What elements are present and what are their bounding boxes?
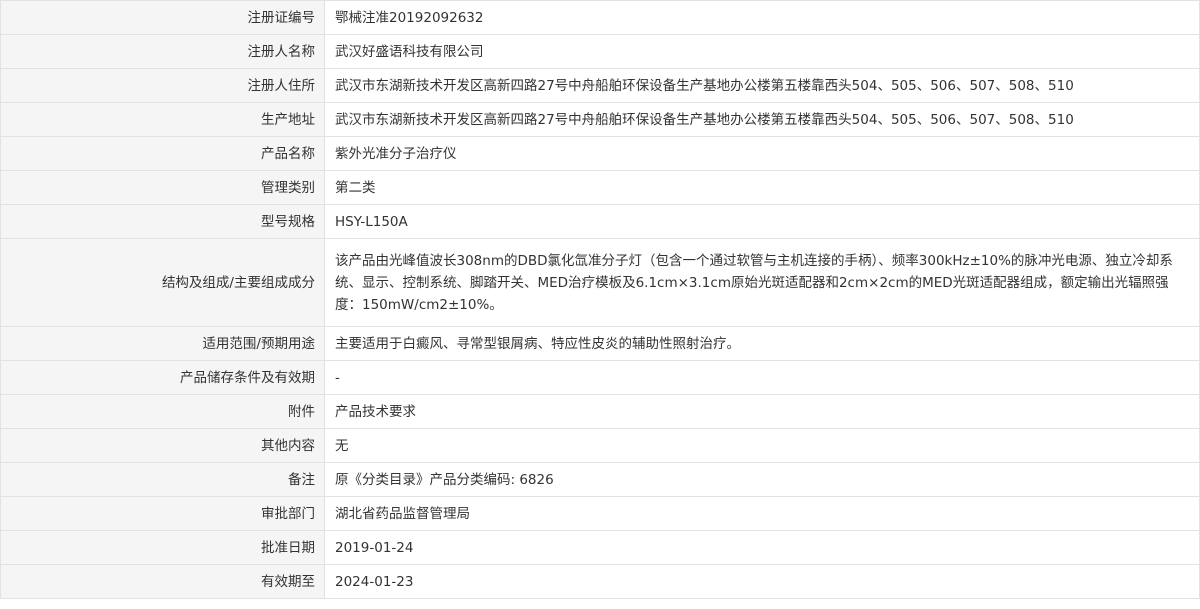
- table-row: 管理类别 第二类: [0, 170, 1200, 205]
- table-row: 注册人住所 武汉市东湖新技术开发区高新四路27号中舟船舶环保设备生产基地办公楼第…: [0, 68, 1200, 103]
- table-row: 批准日期 2019-01-24: [0, 530, 1200, 565]
- field-value: 第二类: [324, 170, 1200, 205]
- field-value: 2024-01-23: [324, 564, 1200, 599]
- table-row: 有效期至 2024-01-23: [0, 564, 1200, 599]
- field-label: 产品名称: [0, 136, 325, 171]
- field-value: 武汉市东湖新技术开发区高新四路27号中舟船舶环保设备生产基地办公楼第五楼靠西头5…: [324, 102, 1200, 137]
- table-row: 注册人名称 武汉好盛语科技有限公司: [0, 34, 1200, 69]
- table-row: 注册证编号 鄂械注准20192092632: [0, 0, 1200, 35]
- field-label: 产品储存条件及有效期: [0, 360, 325, 395]
- field-value: 原《分类目录》产品分类编码: 6826: [324, 462, 1200, 497]
- table-row: 备注 原《分类目录》产品分类编码: 6826: [0, 462, 1200, 497]
- registration-detail-table: 注册证编号 鄂械注准20192092632 注册人名称 武汉好盛语科技有限公司 …: [0, 0, 1200, 599]
- field-value: 武汉好盛语科技有限公司: [324, 34, 1200, 69]
- field-value: 无: [324, 428, 1200, 463]
- field-label: 生产地址: [0, 102, 325, 137]
- field-label: 有效期至: [0, 564, 325, 599]
- table-row: 其他内容 无: [0, 428, 1200, 463]
- field-label: 审批部门: [0, 496, 325, 531]
- field-value: 产品技术要求: [324, 394, 1200, 429]
- field-label: 管理类别: [0, 170, 325, 205]
- field-value: 湖北省药品监督管理局: [324, 496, 1200, 531]
- field-value: 鄂械注准20192092632: [324, 0, 1200, 35]
- table-row: 型号规格 HSY-L150A: [0, 204, 1200, 239]
- table-row: 生产地址 武汉市东湖新技术开发区高新四路27号中舟船舶环保设备生产基地办公楼第五…: [0, 102, 1200, 137]
- field-value: HSY-L150A: [324, 204, 1200, 239]
- field-label: 注册人住所: [0, 68, 325, 103]
- field-label: 结构及组成/主要组成成分: [0, 238, 325, 327]
- table-row: 适用范围/预期用途 主要适用于白癜风、寻常型银屑病、特应性皮炎的辅助性照射治疗。: [0, 326, 1200, 361]
- field-label: 其他内容: [0, 428, 325, 463]
- field-value: 主要适用于白癜风、寻常型银屑病、特应性皮炎的辅助性照射治疗。: [324, 326, 1200, 361]
- table-row: 审批部门 湖北省药品监督管理局: [0, 496, 1200, 531]
- field-value: 该产品由光峰值波长308nm的DBD氯化氙准分子灯（包含一个通过软管与主机连接的…: [324, 238, 1200, 327]
- table-row: 产品名称 紫外光准分子治疗仪: [0, 136, 1200, 171]
- field-value: 2019-01-24: [324, 530, 1200, 565]
- field-label: 适用范围/预期用途: [0, 326, 325, 361]
- field-value: 紫外光准分子治疗仪: [324, 136, 1200, 171]
- field-label: 注册证编号: [0, 0, 325, 35]
- table-row: 附件 产品技术要求: [0, 394, 1200, 429]
- field-label: 批准日期: [0, 530, 325, 565]
- field-label: 注册人名称: [0, 34, 325, 69]
- field-label: 附件: [0, 394, 325, 429]
- field-label: 型号规格: [0, 204, 325, 239]
- field-label: 备注: [0, 462, 325, 497]
- table-row: 产品储存条件及有效期 -: [0, 360, 1200, 395]
- field-value: -: [324, 360, 1200, 395]
- table-row: 结构及组成/主要组成成分 该产品由光峰值波长308nm的DBD氯化氙准分子灯（包…: [0, 238, 1200, 327]
- field-value: 武汉市东湖新技术开发区高新四路27号中舟船舶环保设备生产基地办公楼第五楼靠西头5…: [324, 68, 1200, 103]
